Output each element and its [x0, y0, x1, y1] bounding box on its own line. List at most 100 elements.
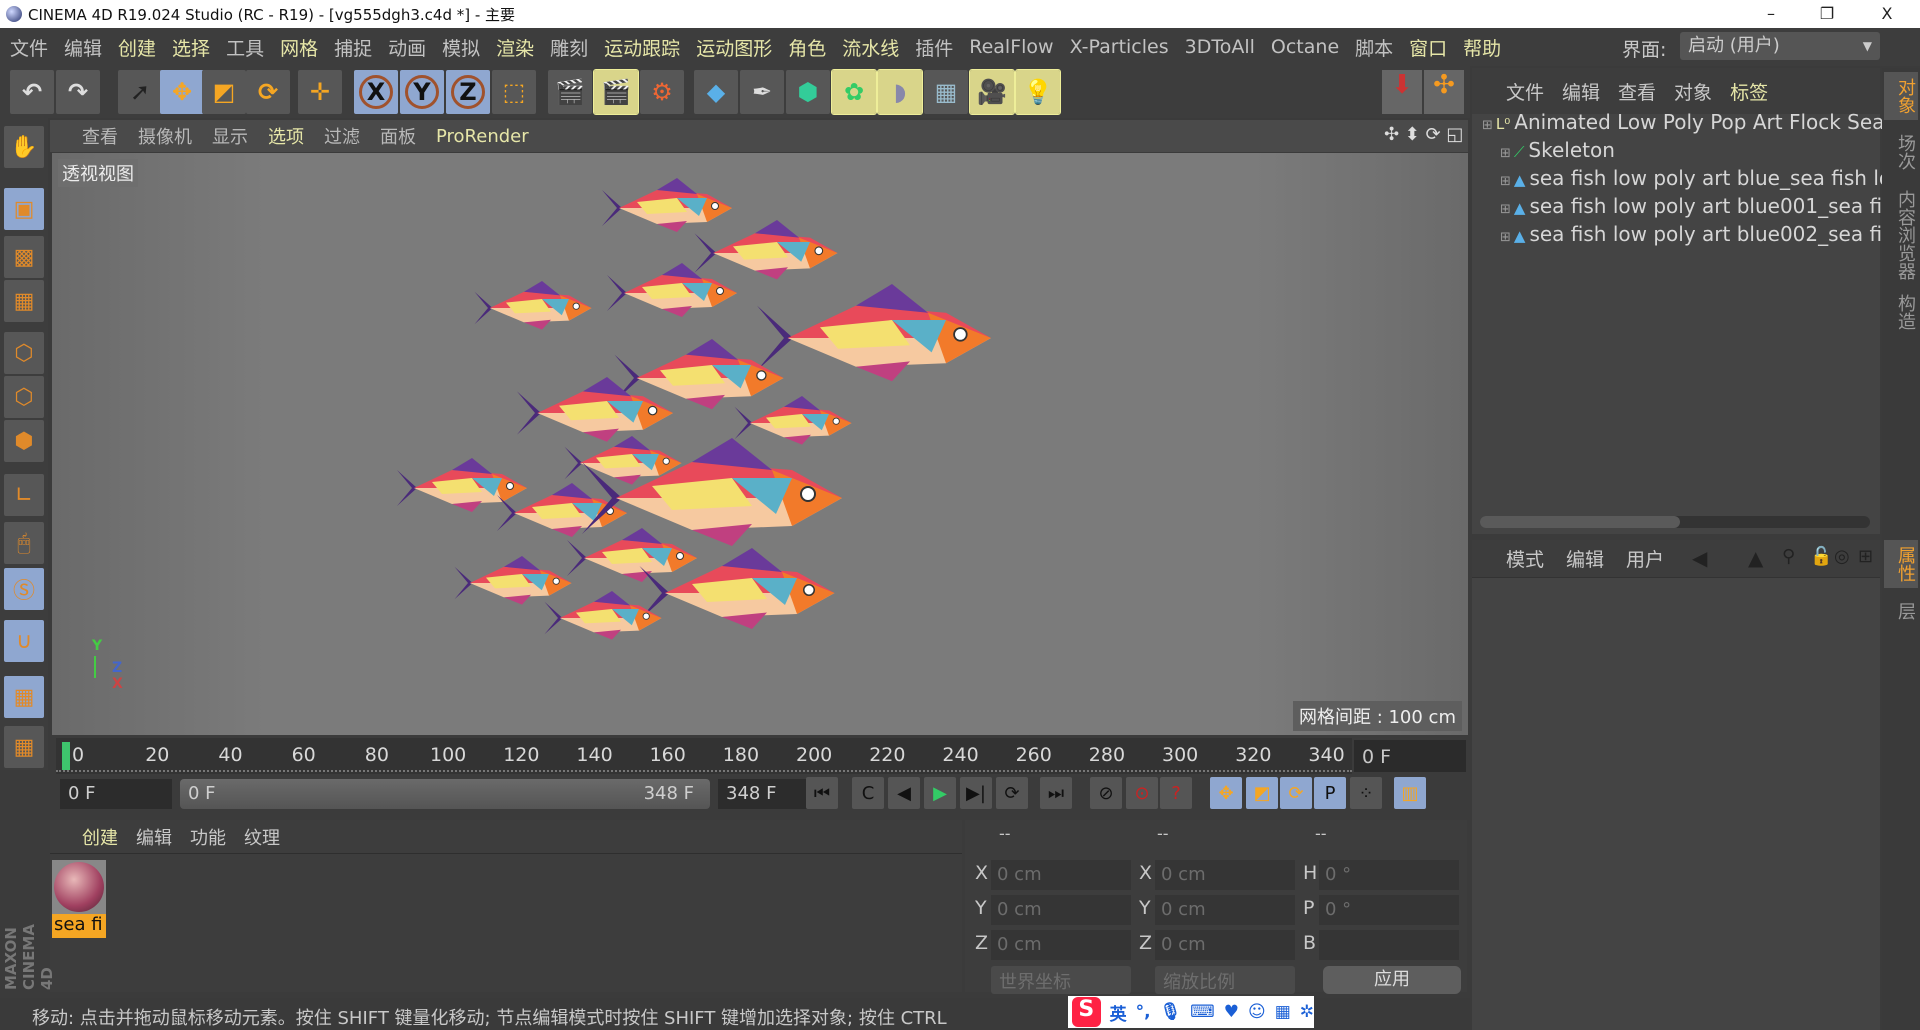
expand-icon[interactable]: ⊞	[1500, 174, 1511, 189]
cube-icon[interactable]: ◆	[694, 70, 738, 114]
lock-icon[interactable]: 🔓	[1810, 546, 1832, 567]
object-row[interactable]: ⊞ ⟋ Skeleton	[1500, 138, 1615, 162]
record-key-icon[interactable]: ⊙	[1126, 777, 1158, 809]
menu-item[interactable]: 模拟	[442, 34, 480, 61]
go-end-icon[interactable]: ⏭	[1040, 777, 1072, 809]
light-icon[interactable]: 💡	[1015, 69, 1061, 115]
render-picture-queue-icon[interactable]: 🎬	[593, 69, 639, 115]
fish-model[interactable]	[602, 178, 732, 232]
object-row[interactable]: ⊞ ▲ sea fish low poly art blue001_sea fish	[1500, 194, 1905, 218]
play-icon[interactable]: ▶	[924, 777, 956, 809]
attribute-menu-item[interactable]: 模式	[1506, 545, 1544, 572]
menu-item[interactable]: 工具	[226, 34, 264, 61]
ime-toolbar[interactable]: S 英 °, 🎙 ⌨ ♥ ☺ ▦ ✲	[1068, 996, 1314, 1028]
menu-item[interactable]: 运动图形	[696, 34, 772, 61]
rotation-p-field[interactable]: 0 °	[1319, 895, 1459, 925]
viewport-menu-item[interactable]: ProRender	[436, 126, 529, 147]
rotation-b-field[interactable]	[1319, 930, 1459, 960]
object-menu-item[interactable]: 文件	[1506, 78, 1544, 105]
keyframe-help-icon[interactable]: ?	[1160, 777, 1192, 809]
rotation-h-field[interactable]: 0 °	[1319, 860, 1459, 890]
menu-item[interactable]: 动画	[388, 34, 426, 61]
viewport-menu-item[interactable]: 面板	[380, 123, 416, 149]
object-row[interactable]: ⊞ ▲ sea fish low poly art blue_sea fish lo…	[1500, 166, 1903, 190]
floor-icon[interactable]: ▦	[924, 70, 968, 114]
snap-icon[interactable]: ∪	[4, 620, 44, 662]
fish-model[interactable]	[567, 528, 697, 582]
menu-item[interactable]: 脚本	[1355, 34, 1393, 61]
timeline-ruler[interactable]: 0 20 40 60 80 100 120 140 160 180 200 220 240 260 280 3…	[56, 738, 1352, 774]
menu-item[interactable]: Octane	[1271, 36, 1339, 58]
go-start-icon[interactable]: ⏮	[806, 777, 838, 809]
close-button[interactable]: X	[1864, 0, 1910, 28]
fish-model[interactable]	[694, 220, 838, 280]
undo-icon[interactable]: ↶	[10, 70, 54, 114]
menu-item[interactable]: 角色	[788, 34, 826, 61]
menu-item[interactable]: 创建	[118, 34, 156, 61]
skin-icon[interactable]: ♥	[1224, 1002, 1239, 1022]
x-axis-icon[interactable]: X	[354, 70, 398, 114]
keyboard-icon[interactable]: ⌨	[1190, 1002, 1215, 1022]
object-menu-item[interactable]: 编辑	[1562, 78, 1600, 105]
attach-to-ground-icon[interactable]: ⬇	[1382, 70, 1422, 114]
timeline-window-icon[interactable]: ▥	[1394, 777, 1426, 809]
y-axis-icon[interactable]: Y	[400, 70, 444, 114]
scale-mode-select[interactable]: 缩放比例	[1155, 966, 1295, 994]
coordinate-mode-select[interactable]: 世界坐标	[991, 966, 1131, 994]
attribute-menu-item[interactable]: 编辑	[1566, 545, 1604, 572]
render-settings-icon[interactable]: ⚙	[640, 70, 684, 114]
position-z-field[interactable]: 0 cm	[991, 930, 1131, 960]
playhead[interactable]	[62, 742, 70, 770]
current-frame-field[interactable]: 0 F	[1354, 740, 1466, 772]
side-tab[interactable]: 内容浏览器	[1884, 184, 1918, 286]
coord-system-icon[interactable]: ⬚	[492, 70, 536, 114]
fish-model[interactable]	[757, 284, 991, 382]
settings-icon[interactable]: ✲	[1300, 1002, 1314, 1022]
key-position-icon[interactable]: ✥	[1210, 777, 1242, 809]
frame-range-slider[interactable]: 0 F 348 F	[180, 779, 710, 809]
planar-workplane-icon[interactable]: ▦	[4, 726, 44, 768]
game-icon[interactable]: ☺	[1248, 1002, 1266, 1022]
side-tab[interactable]: 构造	[1884, 288, 1918, 336]
scrollbar-thumb[interactable]	[1480, 516, 1680, 528]
menu-item[interactable]: 文件	[10, 34, 48, 61]
fish-model[interactable]	[734, 396, 852, 445]
subdivision-icon[interactable]: ⬢	[786, 70, 830, 114]
next-key-icon[interactable]: ▶|	[960, 777, 992, 809]
apps-icon[interactable]: ▦	[1275, 1002, 1291, 1022]
prev-key-icon[interactable]: ◀	[888, 777, 920, 809]
deformer-icon[interactable]: ◗	[877, 69, 923, 115]
viewport-menu-item[interactable]: 过滤	[324, 123, 360, 149]
fish-model[interactable]	[454, 556, 572, 605]
pen-icon[interactable]: ✒	[740, 70, 784, 114]
side-tab[interactable]: 对象	[1884, 72, 1918, 120]
solo-icon[interactable]: Ⓢ	[4, 568, 44, 610]
key-param-icon[interactable]: P	[1314, 777, 1346, 809]
workplane-icon[interactable]: ▦	[4, 280, 44, 322]
fish-model[interactable]	[474, 281, 592, 330]
tweak-mode-icon[interactable]: 🖱	[4, 522, 44, 564]
select-icon[interactable]: ➚	[118, 70, 162, 114]
material-menu-item[interactable]: 创建	[82, 824, 118, 850]
material-name[interactable]: sea fi	[52, 914, 106, 938]
material-menu-item[interactable]: 功能	[190, 824, 226, 850]
menu-item[interactable]: 捕捉	[334, 34, 372, 61]
record-mode-icon[interactable]: C	[852, 777, 884, 809]
model-mode-icon[interactable]: ▣	[4, 188, 44, 230]
viewport-menu-item[interactable]: 显示	[212, 123, 248, 149]
expand-icon[interactable]: ⊞	[1482, 118, 1493, 133]
menu-item[interactable]: 帮助	[1463, 34, 1501, 61]
z-axis-icon[interactable]: Z	[446, 70, 490, 114]
punctuation-icon[interactable]: °,	[1136, 1002, 1151, 1022]
key-scale-icon[interactable]: ◩	[1246, 777, 1278, 809]
target-icon[interactable]: ◎	[1834, 546, 1850, 567]
horizontal-scrollbar[interactable]	[1480, 516, 1870, 528]
material-swatch[interactable]	[52, 860, 106, 914]
fish-model[interactable]	[397, 458, 527, 512]
object-menu-item[interactable]: 对象	[1674, 78, 1712, 105]
size-y-field[interactable]: 0 cm	[1155, 895, 1295, 925]
position-y-field[interactable]: 0 cm	[991, 895, 1131, 925]
redo-icon[interactable]: ↷	[56, 70, 100, 114]
size-x-field[interactable]: 0 cm	[1155, 860, 1295, 890]
layout-select[interactable]: 启动 (用户) ▼	[1680, 32, 1880, 60]
